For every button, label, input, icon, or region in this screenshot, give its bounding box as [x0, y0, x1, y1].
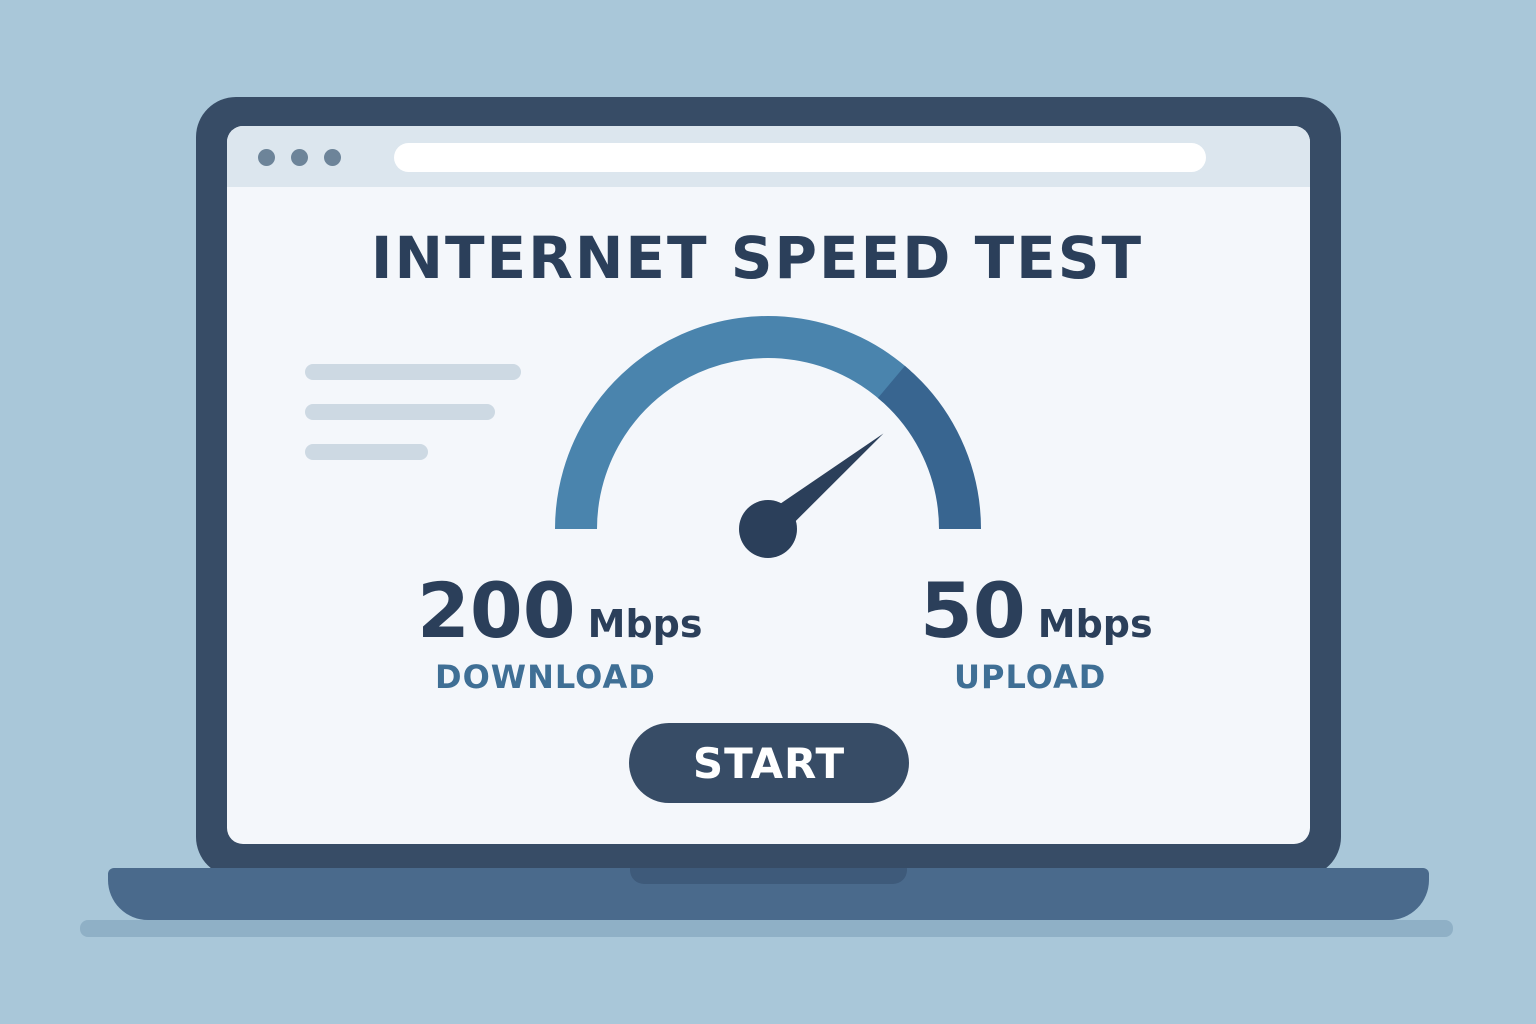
- speedometer-gauge: [555, 316, 981, 558]
- gauge-arc: [555, 316, 911, 530]
- placeholder-text-line: [305, 444, 428, 460]
- download-speed: 200 Mbps: [417, 566, 703, 655]
- gauge-needle-icon: [739, 433, 884, 558]
- browser-toolbar: [227, 126, 1310, 187]
- download-unit: Mbps: [587, 602, 703, 646]
- window-dot-icon[interactable]: [324, 149, 341, 166]
- upload-speed: 50 Mbps: [920, 566, 1153, 655]
- upload-value: 50: [920, 566, 1026, 655]
- upload-unit: Mbps: [1037, 602, 1153, 646]
- upload-label: UPLOAD: [954, 658, 1107, 696]
- download-value: 200: [417, 566, 576, 655]
- page-title: INTERNET SPEED TEST: [370, 224, 1144, 292]
- gauge-arc-end: [877, 365, 981, 530]
- placeholder-text-line: [305, 404, 495, 420]
- laptop-shadow: [80, 920, 1453, 937]
- placeholder-text-line: [305, 364, 521, 380]
- window-dot-icon[interactable]: [258, 149, 275, 166]
- laptop-notch: [630, 868, 907, 884]
- start-button[interactable]: START: [629, 723, 909, 803]
- window-dot-icon[interactable]: [291, 149, 308, 166]
- browser-window: INTERNET SPEED TEST 200 Mbps DOWNLOAD 50 M…: [227, 126, 1310, 844]
- download-label: DOWNLOAD: [435, 658, 656, 696]
- address-bar[interactable]: [394, 143, 1206, 172]
